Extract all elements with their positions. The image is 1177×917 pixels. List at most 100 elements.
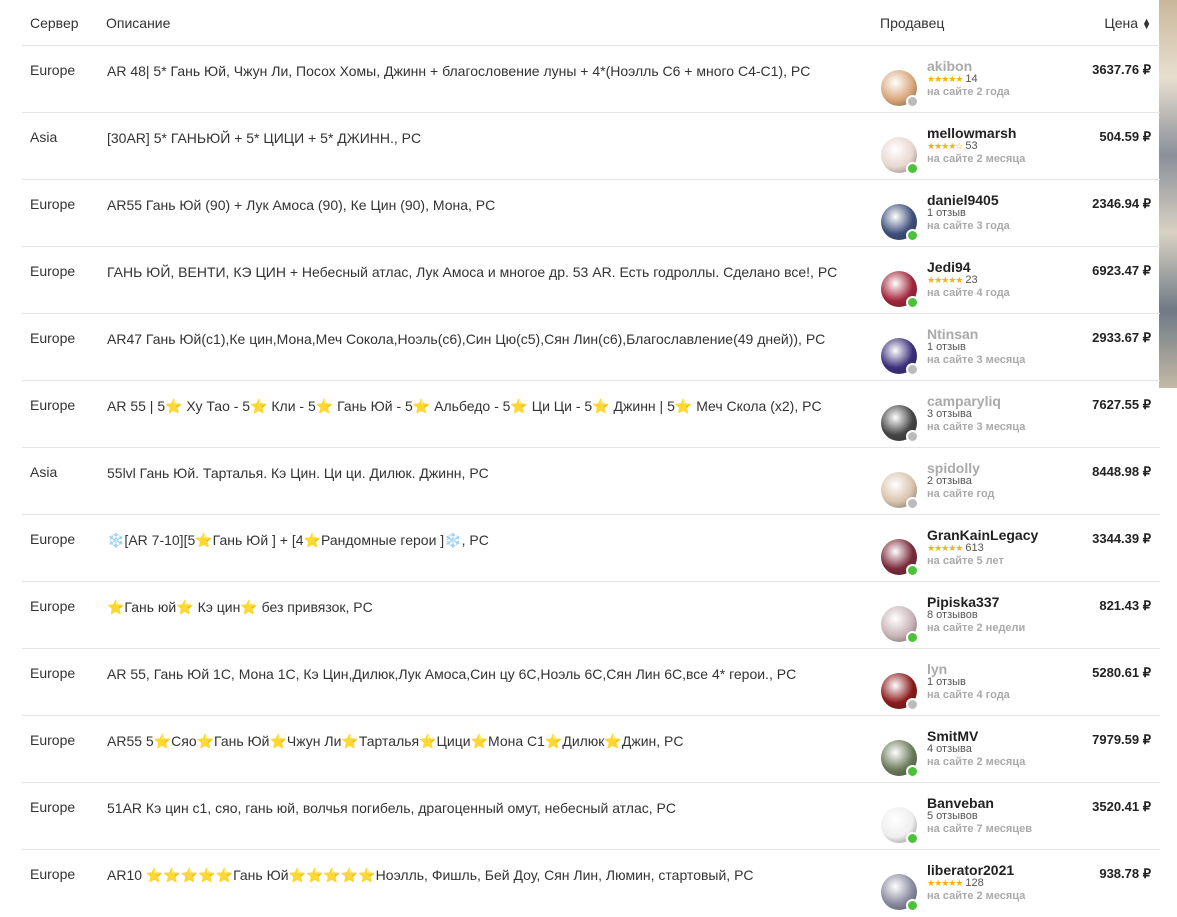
avatar-wrap[interactable]	[881, 807, 919, 845]
status-indicator	[906, 564, 919, 577]
seller-rating: ★★★★★ 613	[927, 542, 1038, 555]
seller-name[interactable]: Ntinsan	[927, 327, 1025, 341]
server-cell: Europe	[30, 397, 76, 413]
header-price-sort[interactable]: Цена ▲ ▼	[1045, 0, 1160, 46]
seller-name[interactable]: SmitMV	[927, 729, 1025, 743]
table-row[interactable]: Europe ГАНЬ ЮЙ, ВЕНТИ, КЭ ЦИН + Небесный…	[22, 247, 1160, 314]
table-header-row: Сервер Описание Продавец Цена ▲ ▼	[22, 0, 1160, 46]
table-row[interactable]: Europe AR10 ⭐⭐⭐⭐⭐Гань Юй⭐⭐⭐⭐⭐Ноэлль, Фиш…	[22, 850, 1160, 917]
seller-name[interactable]: lyn	[927, 662, 1010, 676]
description-cell[interactable]: AR55 Гань Юй (90) + Лук Амоса (90), Ке Ц…	[106, 180, 880, 247]
seller-block[interactable]: lyn 1 отзыв на сайте 4 года	[881, 662, 1044, 711]
seller-cell[interactable]: mellowmarsh ★★★★☆ 53 на сайте 2 месяца	[880, 113, 1045, 180]
offers-table: Сервер Описание Продавец Цена ▲ ▼ Europe A…	[22, 0, 1160, 917]
avatar-wrap[interactable]	[881, 405, 919, 443]
description-cell[interactable]: AR47 Гань Юй(с1),Ке цин,Мона,Меч Сокола,…	[106, 314, 880, 381]
avatar-wrap[interactable]	[881, 70, 919, 108]
price-cell: 6923.47 ₽	[1092, 263, 1151, 278]
seller-name[interactable]: Banveban	[927, 796, 1032, 810]
description-cell[interactable]: AR55 5⭐Сяо⭐Гань Юй⭐Чжун Ли⭐Тарталья⭐Цици…	[106, 716, 880, 783]
seller-name[interactable]: mellowmarsh	[927, 126, 1025, 140]
table-row[interactable]: Europe AR55 5⭐Сяо⭐Гань Юй⭐Чжун Ли⭐Тартал…	[22, 716, 1160, 783]
seller-block[interactable]: daniel9405 1 отзыв на сайте 3 года	[881, 193, 1044, 242]
seller-cell[interactable]: spidolly 2 отзыва на сайте год	[880, 448, 1045, 515]
table-row[interactable]: Europe 51AR Кэ цин с1, сяо, гань юй, вол…	[22, 783, 1160, 850]
seller-block[interactable]: akibon ★★★★★ 14 на сайте 2 года	[881, 59, 1044, 108]
seller-name[interactable]: Jedi94	[927, 260, 1010, 274]
seller-name[interactable]: Pipiska337	[927, 595, 1025, 609]
avatar-wrap[interactable]	[881, 606, 919, 644]
status-indicator	[906, 765, 919, 778]
seller-cell[interactable]: Banveban 5 отзывов на сайте 7 месяцев	[880, 783, 1045, 850]
seller-block[interactable]: liberator2021 ★★★★★ 128 на сайте 2 месяца	[881, 863, 1044, 912]
rating-count: 2 отзыва	[927, 475, 972, 487]
seller-block[interactable]: SmitMV 4 отзыва на сайте 2 месяца	[881, 729, 1044, 778]
rating-count: 3 отзыва	[927, 408, 972, 420]
seller-cell[interactable]: camparyliq 3 отзыва на сайте 3 месяца	[880, 381, 1045, 448]
seller-name[interactable]: liberator2021	[927, 863, 1025, 877]
seller-cell[interactable]: GranKainLegacy ★★★★★ 613 на сайте 5 лет	[880, 515, 1045, 582]
table-row[interactable]: Europe AR 55 | 5⭐ Ху Тао - 5⭐ Кли - 5⭐ Г…	[22, 381, 1160, 448]
description-cell[interactable]: 55lvl Гань Юй. Тарталья. Кэ Цин. Ци ци. …	[106, 448, 880, 515]
avatar-wrap[interactable]	[881, 539, 919, 577]
seller-rating: ★★★★☆ 53	[927, 140, 1025, 153]
rating-count: 53	[965, 140, 978, 152]
status-indicator	[906, 95, 919, 108]
avatar-wrap[interactable]	[881, 204, 919, 242]
avatar-wrap[interactable]	[881, 874, 919, 912]
seller-name[interactable]: daniel9405	[927, 193, 1010, 207]
seller-cell[interactable]: SmitMV 4 отзыва на сайте 2 месяца	[880, 716, 1045, 783]
seller-cell[interactable]: Jedi94 ★★★★★ 23 на сайте 4 года	[880, 247, 1045, 314]
avatar-wrap[interactable]	[881, 673, 919, 711]
avatar-wrap[interactable]	[881, 271, 919, 309]
seller-cell[interactable]: daniel9405 1 отзыв на сайте 3 года	[880, 180, 1045, 247]
seller-block[interactable]: spidolly 2 отзыва на сайте год	[881, 461, 1044, 510]
seller-block[interactable]: Ntinsan 1 отзыв на сайте 3 месяца	[881, 327, 1044, 376]
table-row[interactable]: Europe ❄️[AR 7-10][5⭐Гань Юй ] + [4⭐Ранд…	[22, 515, 1160, 582]
description-cell[interactable]: [30AR] 5* ГАНЬЮЙ + 5* ЦИЦИ + 5* ДЖИНН., …	[106, 113, 880, 180]
seller-cell[interactable]: lyn 1 отзыв на сайте 4 года	[880, 649, 1045, 716]
seller-cell[interactable]: Pipiska337 8 отзывов на сайте 2 недели	[880, 582, 1045, 649]
description-cell[interactable]: AR 48| 5* Гань Юй, Чжун Ли, Посох Хомы, …	[106, 46, 880, 113]
seller-name[interactable]: akibon	[927, 59, 1010, 73]
status-indicator	[906, 229, 919, 242]
table-row[interactable]: Europe AR55 Гань Юй (90) + Лук Амоса (90…	[22, 180, 1160, 247]
seller-info: akibon ★★★★★ 14 на сайте 2 года	[927, 59, 1010, 99]
status-indicator	[906, 296, 919, 309]
description-cell[interactable]: AR 55 | 5⭐ Ху Тао - 5⭐ Кли - 5⭐ Гань Юй …	[106, 381, 880, 448]
table-row[interactable]: Europe AR 55, Гань Юй 1С, Мона 1С, Кэ Ци…	[22, 649, 1160, 716]
seller-name[interactable]: spidolly	[927, 461, 995, 475]
sort-icon[interactable]: ▲ ▼	[1142, 16, 1151, 30]
description-cell[interactable]: AR 55, Гань Юй 1С, Мона 1С, Кэ Цин,Дилюк…	[106, 649, 880, 716]
seller-name[interactable]: GranKainLegacy	[927, 528, 1038, 542]
seller-since: на сайте 2 года	[927, 86, 1010, 98]
seller-name[interactable]: camparyliq	[927, 394, 1025, 408]
avatar-wrap[interactable]	[881, 338, 919, 376]
table-row[interactable]: Europe AR47 Гань Юй(с1),Ке цин,Мона,Меч …	[22, 314, 1160, 381]
seller-since: на сайте 3 месяца	[927, 421, 1026, 433]
seller-block[interactable]: camparyliq 3 отзыва на сайте 3 месяца	[881, 394, 1044, 443]
table-row[interactable]: Asia 55lvl Гань Юй. Тарталья. Кэ Цин. Ци…	[22, 448, 1160, 515]
seller-block[interactable]: Jedi94 ★★★★★ 23 на сайте 4 года	[881, 260, 1044, 309]
description-cell[interactable]: ГАНЬ ЮЙ, ВЕНТИ, КЭ ЦИН + Небесный атлас,…	[106, 247, 880, 314]
avatar-wrap[interactable]	[881, 740, 919, 778]
table-row[interactable]: Europe ⭐Гань юй⭐ Кэ цин⭐ без привязок, P…	[22, 582, 1160, 649]
seller-cell[interactable]: liberator2021 ★★★★★ 128 на сайте 2 месяца	[880, 850, 1045, 917]
description-cell[interactable]: ⭐Гань юй⭐ Кэ цин⭐ без привязок, PC	[106, 582, 880, 649]
seller-block[interactable]: Pipiska337 8 отзывов на сайте 2 недели	[881, 595, 1044, 644]
description-cell[interactable]: 51AR Кэ цин с1, сяо, гань юй, волчья пог…	[106, 783, 880, 850]
seller-cell[interactable]: Ntinsan 1 отзыв на сайте 3 месяца	[880, 314, 1045, 381]
seller-block[interactable]: mellowmarsh ★★★★☆ 53 на сайте 2 месяца	[881, 126, 1044, 175]
avatar-wrap[interactable]	[881, 472, 919, 510]
table-row[interactable]: Europe AR 48| 5* Гань Юй, Чжун Ли, Посох…	[22, 46, 1160, 113]
server-cell: Europe	[30, 330, 76, 346]
table-row[interactable]: Asia [30AR] 5* ГАНЬЮЙ + 5* ЦИЦИ + 5* ДЖИ…	[22, 113, 1160, 180]
description-cell[interactable]: ❄️[AR 7-10][5⭐Гань Юй ] + [4⭐Рандомные г…	[106, 515, 880, 582]
avatar-wrap[interactable]	[881, 137, 919, 175]
seller-cell[interactable]: akibon ★★★★★ 14 на сайте 2 года	[880, 46, 1045, 113]
description-cell[interactable]: AR10 ⭐⭐⭐⭐⭐Гань Юй⭐⭐⭐⭐⭐Ноэлль, Фишль, Бей…	[106, 850, 880, 917]
seller-block[interactable]: Banveban 5 отзывов на сайте 7 месяцев	[881, 796, 1044, 845]
seller-block[interactable]: GranKainLegacy ★★★★★ 613 на сайте 5 лет	[881, 528, 1044, 577]
server-cell: Europe	[30, 665, 76, 681]
server-cell: Asia	[30, 129, 58, 145]
